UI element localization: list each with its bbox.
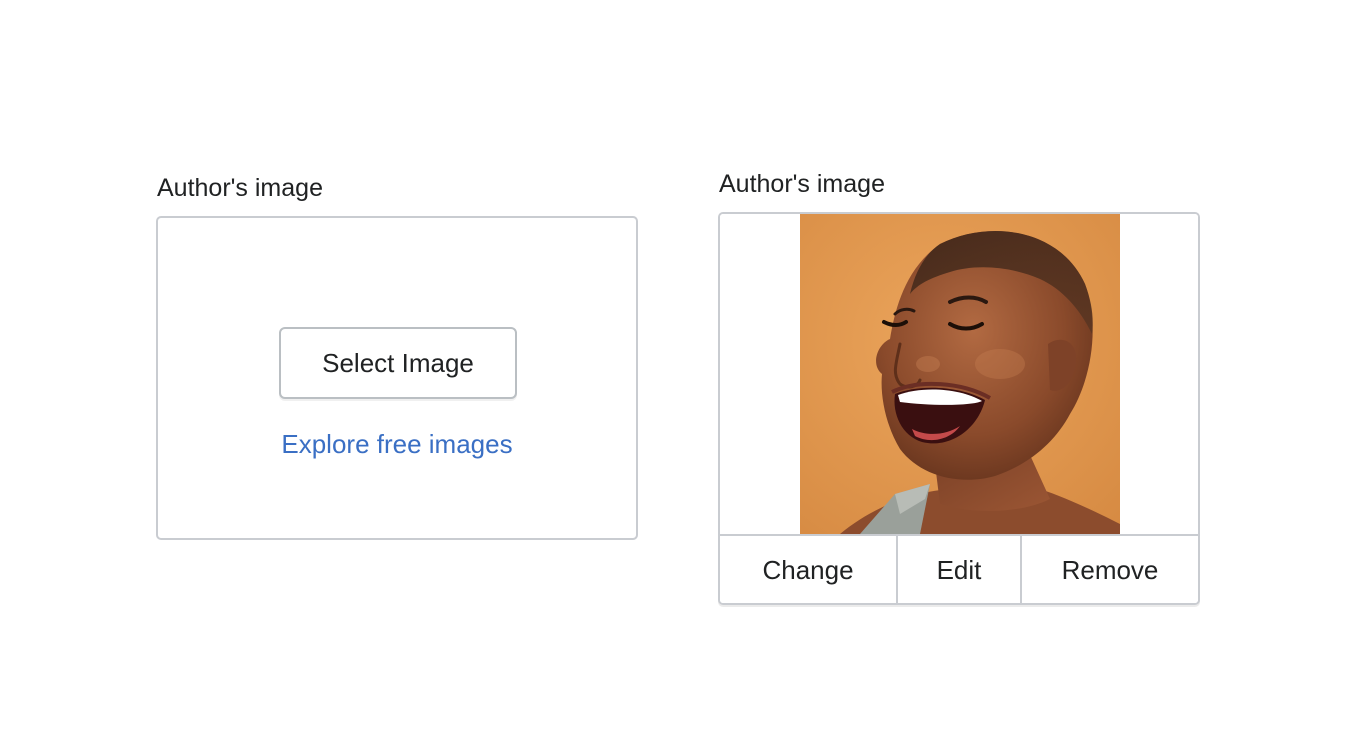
change-image-button[interactable]: Change <box>720 536 896 603</box>
author-image-field-filled: Author's image Change Edit Remove <box>718 168 1200 605</box>
author-image-field-empty: Author's image Select Image Explore free… <box>156 172 638 540</box>
edit-image-button[interactable]: Edit <box>896 536 1020 603</box>
image-preview-area <box>720 214 1198 536</box>
image-preview-card: Change Edit Remove <box>718 212 1200 605</box>
field-label: Author's image <box>157 174 323 202</box>
image-dropzone[interactable]: Select Image Explore free images <box>156 216 638 540</box>
select-image-button[interactable]: Select Image <box>279 327 517 399</box>
author-portrait-photo <box>800 214 1120 534</box>
remove-image-button[interactable]: Remove <box>1020 536 1198 603</box>
image-action-bar: Change Edit Remove <box>720 536 1198 603</box>
field-label: Author's image <box>719 170 885 198</box>
explore-free-images-link[interactable]: Explore free images <box>158 428 636 460</box>
